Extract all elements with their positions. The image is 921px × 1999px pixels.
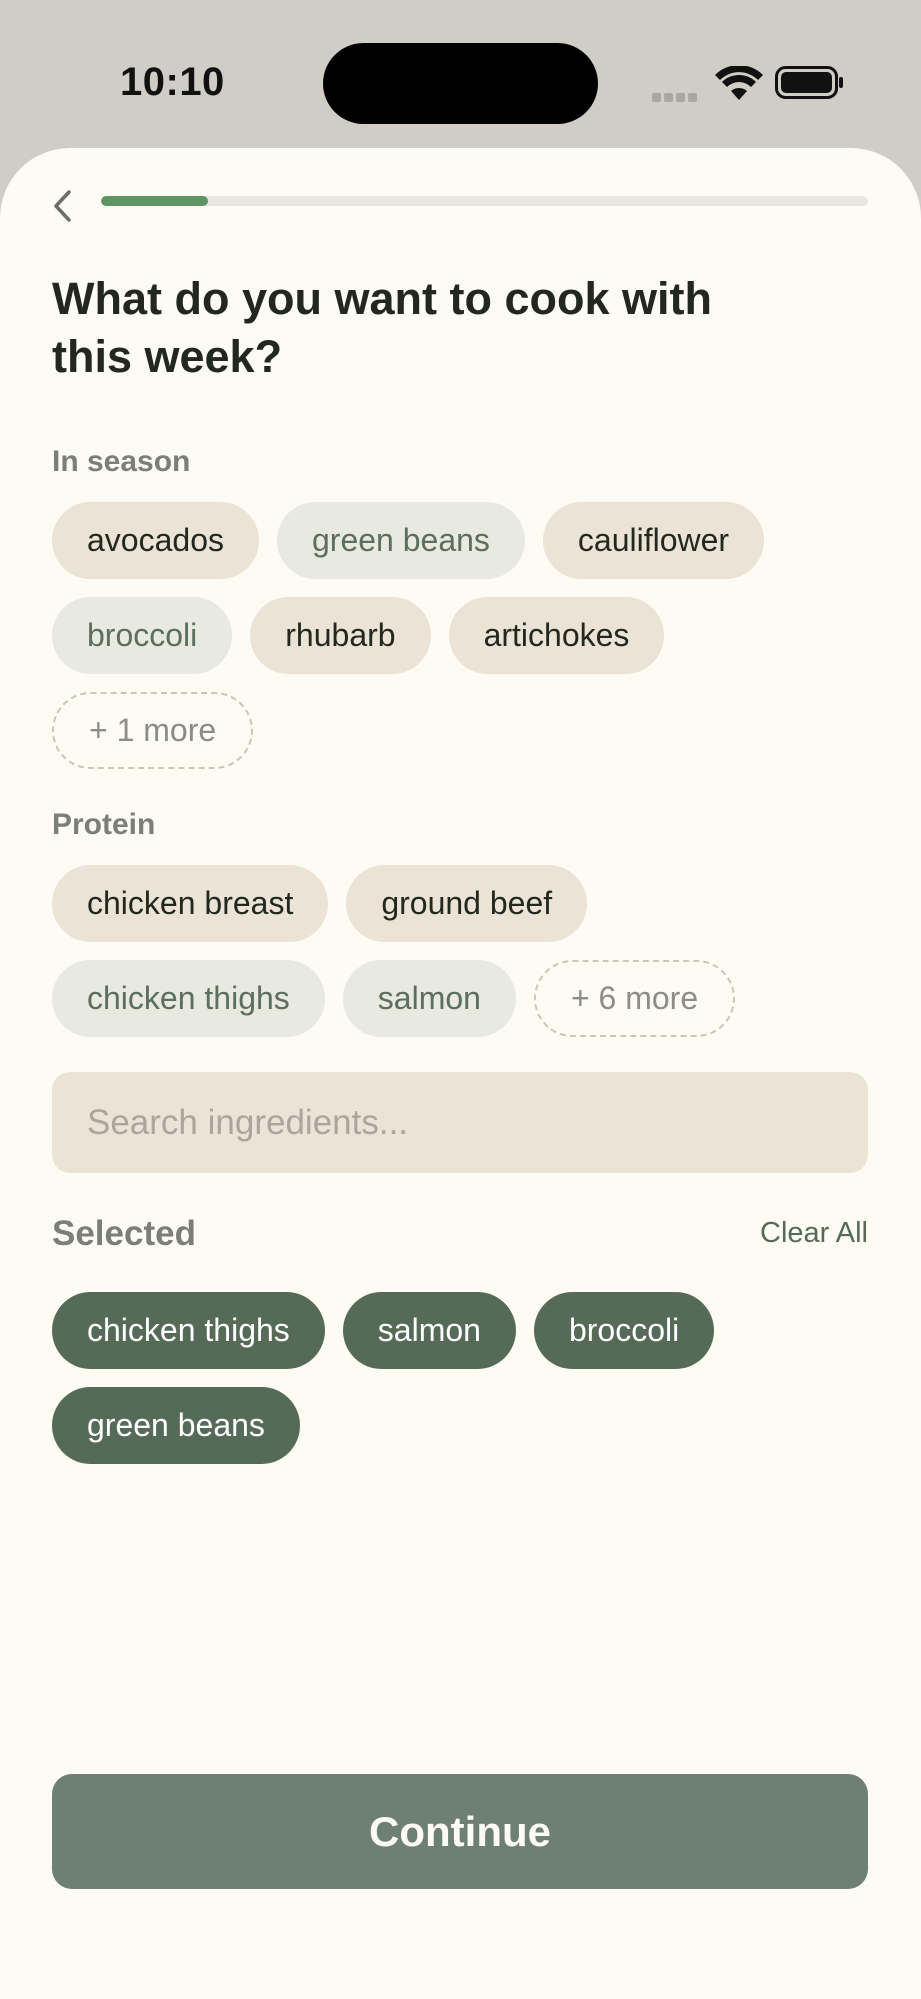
selected-row-2: green beans	[52, 1387, 300, 1464]
chevron-left-icon	[54, 190, 71, 222]
chip-cauliflower[interactable]: cauliflower	[542, 502, 765, 579]
in-season-row-2: broccoli rhubarb artichokes	[52, 597, 665, 674]
ingredient-picker-sheet: What do you want to cook with this week?…	[0, 148, 921, 1999]
status-bar: 10:10	[0, 0, 921, 150]
back-button[interactable]	[44, 184, 80, 228]
chip-chicken-breast[interactable]: chicken breast	[52, 865, 329, 942]
selected-chip-broccoli[interactable]: broccoli	[533, 1292, 715, 1369]
chip-green-beans[interactable]: green beans	[276, 502, 525, 579]
progress-bar	[101, 196, 868, 206]
chip-avocados[interactable]: avocados	[52, 502, 259, 579]
protein-more-button[interactable]: + 6 more	[533, 960, 736, 1037]
selected-chip-salmon[interactable]: salmon	[342, 1292, 516, 1369]
search-input[interactable]	[52, 1072, 868, 1173]
selected-label: Selected	[52, 1214, 196, 1253]
continue-button[interactable]: Continue	[52, 1774, 868, 1889]
in-season-more-button[interactable]: + 1 more	[52, 692, 254, 769]
dynamic-island	[323, 43, 598, 124]
protein-row-1: chicken breast ground beef	[52, 865, 588, 942]
wifi-icon	[715, 66, 763, 100]
progress-fill	[101, 196, 209, 206]
selected-chip-chicken-thighs[interactable]: chicken thighs	[52, 1292, 325, 1369]
chip-chicken-thighs[interactable]: chicken thighs	[52, 960, 325, 1037]
protein-row-2: chicken thighs salmon + 6 more	[52, 960, 736, 1037]
in-season-row-3: + 1 more	[52, 692, 254, 769]
status-time: 10:10	[120, 60, 225, 104]
chip-ground-beef[interactable]: ground beef	[346, 865, 588, 942]
protein-label: Protein	[52, 808, 156, 841]
page-title: What do you want to cook with this week?	[52, 273, 712, 382]
in-season-row-1: avocados green beans cauliflower	[52, 502, 765, 579]
clear-all-button[interactable]: Clear All	[760, 1217, 868, 1250]
selected-chip-green-beans[interactable]: green beans	[52, 1387, 300, 1464]
selected-row-1: chicken thighs salmon broccoli	[52, 1292, 715, 1369]
in-season-label: In season	[52, 445, 191, 478]
chip-rhubarb[interactable]: rhubarb	[250, 597, 431, 674]
chip-artichokes[interactable]: artichokes	[448, 597, 665, 674]
chip-broccoli[interactable]: broccoli	[52, 597, 233, 674]
cellular-signal-icon	[652, 89, 702, 102]
battery-icon	[775, 66, 843, 99]
chip-salmon[interactable]: salmon	[342, 960, 516, 1037]
